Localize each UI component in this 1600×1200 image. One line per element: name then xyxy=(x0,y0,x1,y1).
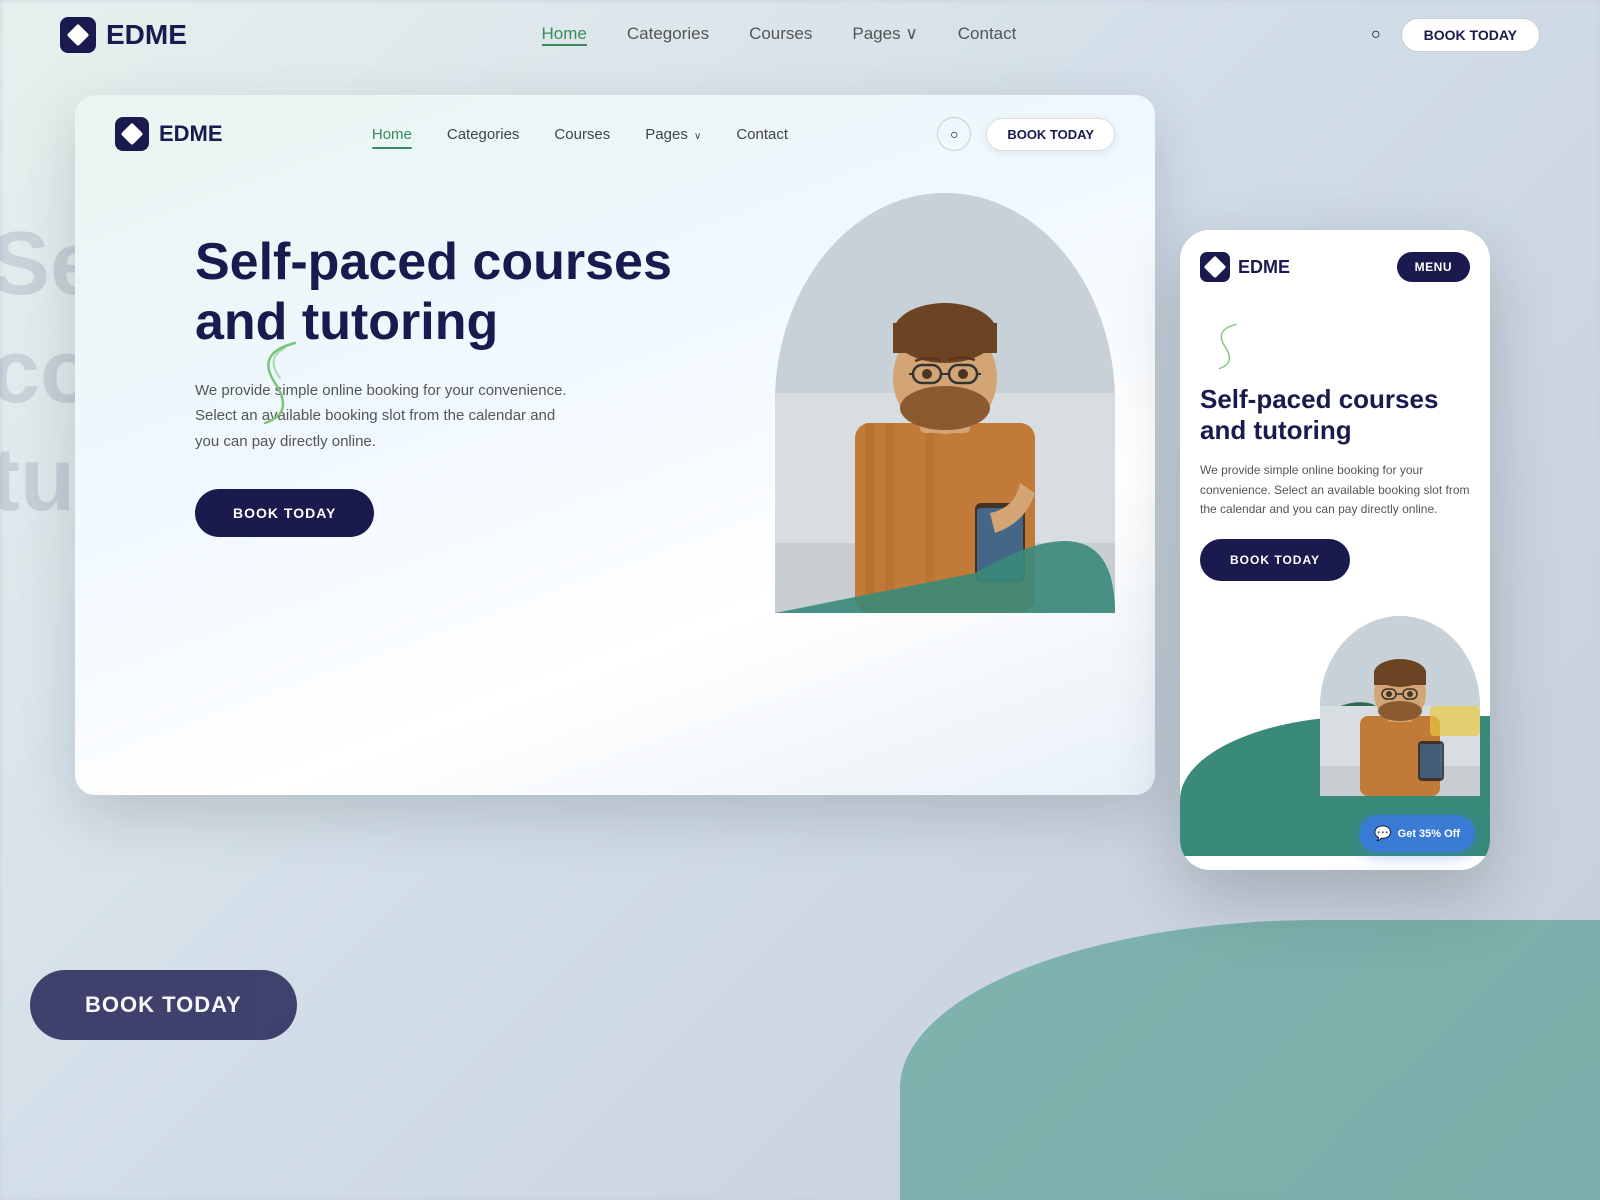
mobile-person-illustration xyxy=(1320,616,1480,796)
mobile-hero: Self-paced courses and tutoring We provi… xyxy=(1180,304,1490,616)
person-illustration xyxy=(775,193,1115,613)
mobile-hero-subtitle: We provide simple online booking for you… xyxy=(1200,461,1470,519)
mobile-person-photo xyxy=(1320,616,1480,796)
desktop-nav-right: ○ BOOK TODAY xyxy=(937,117,1115,151)
desktop-nav: EDME Home Categories Courses Pages ∨ Con… xyxy=(75,95,1155,173)
mobile-swirl-decoration xyxy=(1200,319,1250,374)
pages-dropdown-arrow: ∨ xyxy=(694,131,701,142)
search-icon: ○ xyxy=(950,126,958,142)
swirl-decoration xyxy=(235,333,315,433)
bg-nav-pages: Pages ∨ xyxy=(852,24,917,46)
bg-book-today-label: BOOK TODAY xyxy=(85,992,242,1017)
diamond-icon xyxy=(67,24,90,47)
mobile-logo-icon xyxy=(1200,252,1230,282)
bg-nav-categories: Categories xyxy=(627,24,709,46)
desktop-hero: Self-paced courses and tutoring We provi… xyxy=(75,173,1155,793)
desktop-nav-pages[interactable]: Pages ∨ xyxy=(645,126,701,143)
bg-nav-courses: Courses xyxy=(749,24,812,46)
bg-book-button: BOOK TODAY xyxy=(1401,18,1540,52)
desktop-hero-image-area xyxy=(673,213,1115,753)
desktop-nav-contact[interactable]: Contact xyxy=(736,126,788,143)
mobile-logo-text: EDME xyxy=(1238,257,1290,278)
bg-search-icon: ○ xyxy=(1371,26,1381,44)
desktop-person-photo xyxy=(775,193,1115,613)
bg-nav-links: Home Categories Courses Pages ∨ Contact xyxy=(542,24,1017,46)
background-nav: EDME Home Categories Courses Pages ∨ Con… xyxy=(0,0,1600,70)
desktop-image-circle xyxy=(775,193,1115,613)
bg-logo-text: EDME xyxy=(106,19,187,51)
desktop-hero-book-button[interactable]: BOOK TODAY xyxy=(195,489,374,537)
mobile-image-circle xyxy=(1320,616,1480,796)
bg-nav-right: ○ BOOK TODAY xyxy=(1371,18,1540,52)
desktop-nav-home[interactable]: Home xyxy=(372,126,412,143)
desktop-book-today-button[interactable]: BOOK TODAY xyxy=(986,118,1115,151)
discount-label: Get 35% Off xyxy=(1398,828,1460,840)
mobile-mockup-card: EDME MENU Self-paced courses and tutorin… xyxy=(1180,230,1490,870)
mobile-hero-book-button[interactable]: BOOK TODAY xyxy=(1200,539,1350,581)
desktop-hero-content: Self-paced courses and tutoring We provi… xyxy=(195,213,673,753)
desktop-nav-courses[interactable]: Courses xyxy=(554,126,610,143)
mobile-menu-button[interactable]: MENU xyxy=(1397,252,1470,282)
discount-badge[interactable]: 💬 Get 35% Off xyxy=(1359,815,1475,852)
desktop-nav-categories[interactable]: Categories xyxy=(447,126,520,143)
bg-nav-contact: Contact xyxy=(958,24,1017,46)
desktop-mockup-card: EDME Home Categories Courses Pages ∨ Con… xyxy=(75,95,1155,795)
desktop-nav-links: Home Categories Courses Pages ∨ Contact xyxy=(372,126,788,143)
desktop-logo: EDME xyxy=(115,117,223,151)
mobile-diamond-icon xyxy=(1204,256,1227,279)
mobile-nav: EDME MENU xyxy=(1180,230,1490,304)
mobile-hero-title: Self-paced courses and tutoring xyxy=(1200,384,1470,446)
desktop-logo-icon xyxy=(115,117,149,151)
bg-nav-home: Home xyxy=(542,24,587,46)
desktop-logo-text: EDME xyxy=(159,121,223,147)
bg-logo-icon xyxy=(60,17,96,53)
desktop-diamond-icon xyxy=(121,123,144,146)
chat-bubble-icon: 💬 xyxy=(1374,825,1391,842)
bg-logo: EDME xyxy=(60,17,187,53)
mobile-logo: EDME xyxy=(1200,252,1290,282)
bg-book-today-button: BOOK TODAY xyxy=(30,970,297,1040)
search-button[interactable]: ○ xyxy=(937,117,971,151)
